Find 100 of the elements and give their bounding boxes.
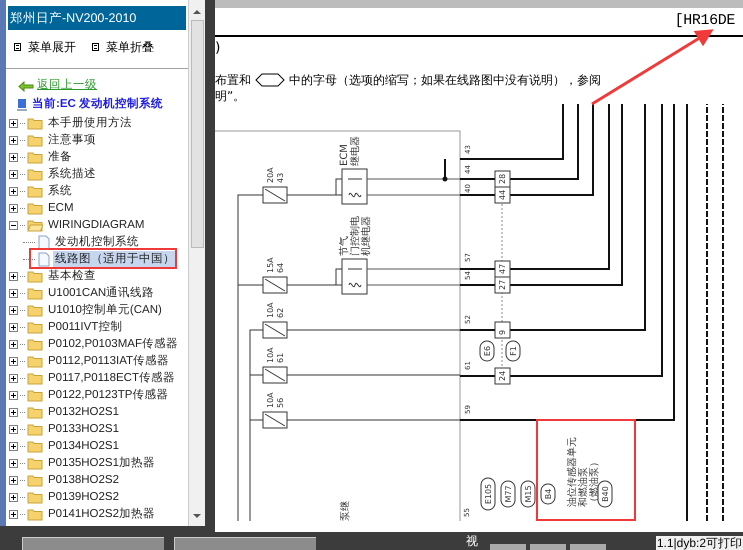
pump-label: 泵继 xyxy=(340,501,351,521)
folder-icon xyxy=(27,185,43,198)
relay-label: 继电器 xyxy=(350,136,361,166)
expand-toggle[interactable] xyxy=(9,340,18,349)
expand-toggle[interactable] xyxy=(9,442,18,451)
expand-toggle[interactable] xyxy=(9,306,18,315)
connector-tag xyxy=(500,480,516,508)
scroll-down-icon[interactable] xyxy=(193,514,201,518)
expand-toggle[interactable] xyxy=(9,289,18,298)
fuse-rating: 20A xyxy=(266,167,275,183)
computer-icon xyxy=(16,98,28,112)
folder-icon xyxy=(27,406,43,419)
fuse-symbol xyxy=(262,366,288,384)
expand-toggle[interactable] xyxy=(9,119,18,128)
folder-icon xyxy=(27,423,43,436)
tree-item[interactable]: 本手册使用方法 xyxy=(48,114,132,132)
expand-toggle[interactable] xyxy=(9,408,18,417)
expand-toggle[interactable] xyxy=(9,357,18,366)
scroll-up-icon[interactable] xyxy=(193,10,201,14)
tree-item[interactable]: P0122,P0123TP传感器 xyxy=(48,386,168,404)
connector-id: F1 xyxy=(509,346,518,356)
tree-item[interactable]: ECM xyxy=(48,200,74,218)
tree-item[interactable]: 准备 xyxy=(48,148,72,166)
tree-item[interactable]: P0112,P0113IAT传感器 xyxy=(48,352,170,370)
engine-code: [HR16DE xyxy=(674,10,735,31)
expand-toggle[interactable] xyxy=(9,170,18,179)
tree-item[interactable]: P0141HO2S2加热器 xyxy=(48,506,155,524)
tree-item[interactable]: P0138HO2S2 xyxy=(48,472,119,490)
tree-item[interactable]: WIRINGDIAGRAM xyxy=(48,216,144,234)
tree-item[interactable]: 系统 xyxy=(48,182,72,200)
sidebar-scrollbar[interactable] xyxy=(188,0,205,526)
folder-icon xyxy=(27,304,43,317)
expand-toggle[interactable] xyxy=(9,272,18,281)
folder-icon xyxy=(27,151,43,164)
folder-icon xyxy=(27,440,43,453)
menu-toggle-button[interactable]: 菜单展开 xyxy=(14,38,76,56)
fuse-number: 62 xyxy=(276,308,285,318)
connector-pin xyxy=(494,276,510,294)
pin-number: 28 xyxy=(498,174,507,184)
tree-item[interactable]: U1010控制单元(CAN) xyxy=(48,302,162,320)
body-text: 明”。 xyxy=(215,88,246,104)
connector-pin xyxy=(494,186,510,204)
tree-item[interactable]: P0139HO2S2 xyxy=(48,488,119,506)
expand-toggle[interactable] xyxy=(9,204,18,213)
connector-tag xyxy=(506,340,520,362)
relay-label: 节气 xyxy=(339,236,350,256)
connector-id: E6 xyxy=(483,346,492,356)
folder-icon xyxy=(27,474,43,487)
expand-toggle[interactable] xyxy=(9,136,18,145)
expand-toggle[interactable] xyxy=(9,476,18,485)
expand-toggle[interactable] xyxy=(9,374,18,383)
back-link[interactable]: 返回上一级 xyxy=(37,77,97,95)
tree-item[interactable]: P0011IVT控制 xyxy=(48,318,122,336)
fuse-number: 56 xyxy=(276,398,285,408)
tree-item[interactable]: U1001CAN通讯线路 xyxy=(48,284,154,302)
folder-icon xyxy=(27,168,43,181)
tree-item[interactable]: P0133HO2S1 xyxy=(48,420,119,438)
tree-item[interactable]: 注意事项 xyxy=(48,132,96,150)
expand-toggle[interactable] xyxy=(9,153,18,162)
expand-toggle[interactable] xyxy=(9,391,18,400)
tree-item[interactable]: 系统描述 xyxy=(48,166,96,184)
tree-item[interactable]: P0135HO2S1加热器 xyxy=(48,454,155,472)
expand-toggle[interactable] xyxy=(9,510,18,519)
tree-item[interactable]: P0117,P0118ECT传感器 xyxy=(48,370,175,388)
pin-number: 27 xyxy=(498,280,507,290)
connector-id: M77 xyxy=(504,485,513,503)
fuel-unit-label: 油位传感器单元 xyxy=(567,437,578,507)
tree-item[interactable]: P0132HO2S1 xyxy=(48,404,119,422)
document-icon xyxy=(38,235,50,250)
body-text: 中的字母（选项的缩写；如果在线路图中没有说明），参阅 xyxy=(289,72,601,88)
expand-toggle[interactable] xyxy=(9,323,18,332)
folder-icon xyxy=(27,270,43,283)
tree-item[interactable]: P0134HO2S1 xyxy=(48,438,119,456)
view-label: 视 xyxy=(466,533,478,550)
folder-icon xyxy=(27,338,43,351)
expand-toggle[interactable] xyxy=(9,187,18,196)
tree-leaf-item[interactable]: 线路图（适用于中国） xyxy=(53,250,177,268)
folder-icon xyxy=(27,117,43,130)
tree-item[interactable]: 基本检查 xyxy=(48,268,96,286)
folder-icon xyxy=(27,321,43,334)
connector-tag xyxy=(480,478,496,510)
folder-icon xyxy=(27,287,43,300)
expand-toggle[interactable] xyxy=(9,425,18,434)
tree-leaf-item[interactable]: 发动机控制系统 xyxy=(53,234,141,252)
fuse-rating: 10A xyxy=(266,302,275,318)
scrollbar-thumb[interactable] xyxy=(190,20,204,248)
folder-icon xyxy=(27,372,43,385)
fuse-rating: 15A xyxy=(266,257,275,273)
back-arrow-icon xyxy=(18,80,34,92)
fuse-symbol xyxy=(262,412,288,428)
connector-tag xyxy=(598,480,612,508)
folder-icon xyxy=(27,491,43,504)
connector-pin xyxy=(494,322,510,338)
expand-toggle[interactable] xyxy=(9,493,18,502)
fuse-number: 61 xyxy=(276,352,285,363)
menu-toggle-button[interactable]: 菜单折叠 xyxy=(92,38,154,56)
expand-toggle[interactable] xyxy=(9,459,18,468)
folder-icon xyxy=(27,508,43,521)
collapse-toggle[interactable] xyxy=(9,221,18,230)
tree-item[interactable]: P0102,P0103MAF传感器 xyxy=(48,336,178,354)
